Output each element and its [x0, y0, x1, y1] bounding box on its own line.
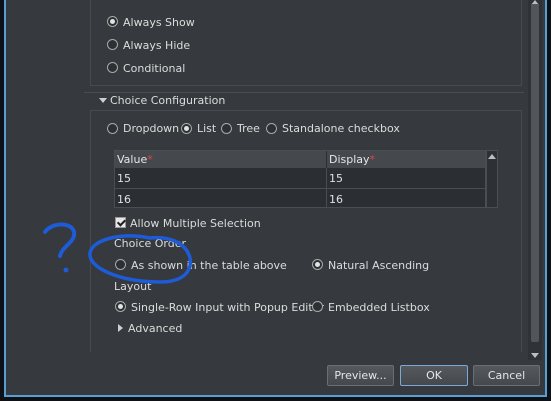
preview-button[interactable]: Preview...: [327, 365, 394, 386]
choice-configuration-title[interactable]: Choice Configuration: [110, 94, 225, 107]
ok-button[interactable]: OK: [400, 365, 468, 386]
collapse-arrow-icon[interactable]: [99, 98, 107, 103]
choice-order-title: Choice Order: [114, 237, 187, 250]
conditional-radio[interactable]: [107, 62, 118, 73]
allow-multiple-label: Allow Multiple Selection: [130, 217, 261, 230]
standalone-checkbox-radio[interactable]: [266, 123, 277, 134]
value-column-header[interactable]: Value*: [115, 151, 327, 168]
as-shown-label: As shown in the table above: [131, 259, 287, 272]
table-cell[interactable]: 16: [115, 189, 327, 207]
scroll-down-icon[interactable]: [531, 353, 539, 358]
display-header-text: Display: [329, 153, 370, 166]
list-label: List: [197, 122, 217, 135]
tree-label: Tree: [237, 122, 260, 135]
display-column-header[interactable]: Display*: [327, 151, 485, 168]
embedded-listbox-label: Embedded Listbox: [328, 301, 430, 314]
vertical-scrollbar[interactable]: [528, 0, 542, 360]
standalone-checkbox-label: Standalone checkbox: [282, 122, 400, 135]
dropdown-radio[interactable]: [107, 123, 118, 134]
single-row-radio[interactable]: [115, 301, 126, 312]
layout-title: Layout: [114, 280, 152, 293]
conditional-label: Conditional: [123, 62, 186, 75]
list-radio[interactable]: [181, 123, 192, 134]
choices-table: Value* Display* 15 15 16 16: [114, 150, 486, 208]
table-cell[interactable]: 15: [115, 168, 327, 189]
tree-radio[interactable]: [221, 123, 232, 134]
table-scrollbar[interactable]: [486, 150, 498, 208]
required-mark: *: [147, 153, 153, 166]
embedded-listbox-radio[interactable]: [312, 301, 323, 312]
required-mark: *: [369, 153, 376, 166]
advanced-label[interactable]: Advanced: [128, 322, 182, 335]
single-row-label: Single-Row Input with Popup Editor: [131, 301, 324, 314]
choice-configuration-panel: [90, 110, 522, 352]
allow-multiple-checkbox[interactable]: [115, 217, 126, 228]
expand-arrow-icon[interactable]: [118, 324, 123, 332]
natural-ascending-label: Natural Ascending: [328, 259, 430, 272]
table-cell[interactable]: 15: [327, 168, 485, 189]
always-show-radio[interactable]: [107, 16, 118, 27]
always-hide-radio[interactable]: [107, 39, 118, 50]
scroll-up-icon[interactable]: [488, 154, 496, 159]
table-cell[interactable]: 16: [327, 189, 485, 207]
as-shown-radio[interactable]: [115, 259, 126, 270]
cancel-button[interactable]: Cancel: [473, 365, 540, 386]
value-header-text: Value: [117, 153, 148, 166]
dropdown-label: Dropdown: [123, 122, 180, 135]
always-hide-label: Always Hide: [123, 39, 191, 52]
always-show-label: Always Show: [123, 16, 195, 29]
section-divider: [84, 92, 524, 93]
natural-ascending-radio[interactable]: [312, 259, 323, 270]
scrollbar-thumb[interactable]: [531, 4, 539, 342]
